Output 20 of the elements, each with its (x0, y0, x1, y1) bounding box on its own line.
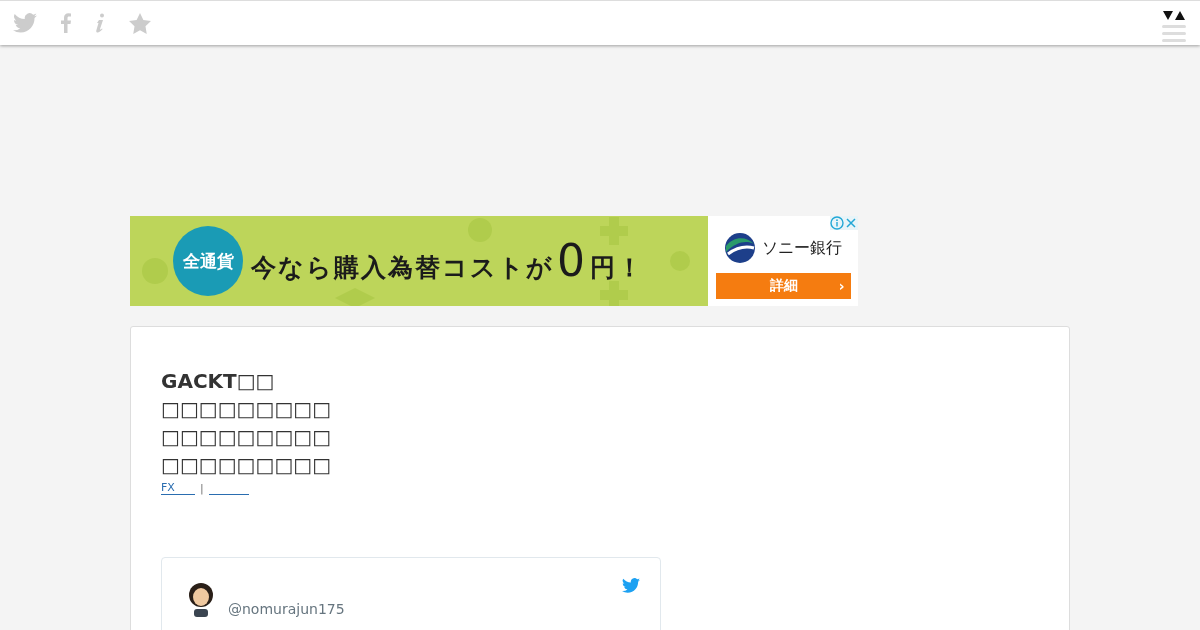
info-icon[interactable] (830, 216, 844, 230)
article-title-line: GACKT□□ (161, 368, 275, 395)
twitter-icon[interactable] (13, 13, 37, 33)
collapse-toggle-icon[interactable] (1163, 9, 1185, 21)
bank-logo-icon (724, 232, 756, 264)
separator: | (199, 481, 204, 495)
info-icon[interactable] (95, 13, 105, 33)
ad-banner-background[interactable]: 全通貨 今なら購入為替コストが 0 円！ (130, 216, 708, 306)
twitter-icon[interactable] (622, 578, 640, 593)
category-link[interactable]: FX (161, 481, 195, 495)
bank-name: ソニー銀行 (762, 237, 842, 259)
twitter-handle[interactable]: @nomurajun175 (228, 601, 345, 618)
facebook-icon[interactable] (61, 13, 71, 33)
star-icon[interactable] (129, 12, 151, 34)
ad-headline: 今なら購入為替コストが 0 円！ (251, 238, 644, 284)
article-title-line: □□□□□□□□□ (161, 396, 332, 423)
close-icon[interactable] (844, 216, 858, 230)
article-title-line: □□□□□□□□□ (161, 424, 332, 451)
ad-badge-text: 全通貨 (182, 249, 234, 273)
article-title-line: □□□□□□□□□ (161, 452, 332, 479)
